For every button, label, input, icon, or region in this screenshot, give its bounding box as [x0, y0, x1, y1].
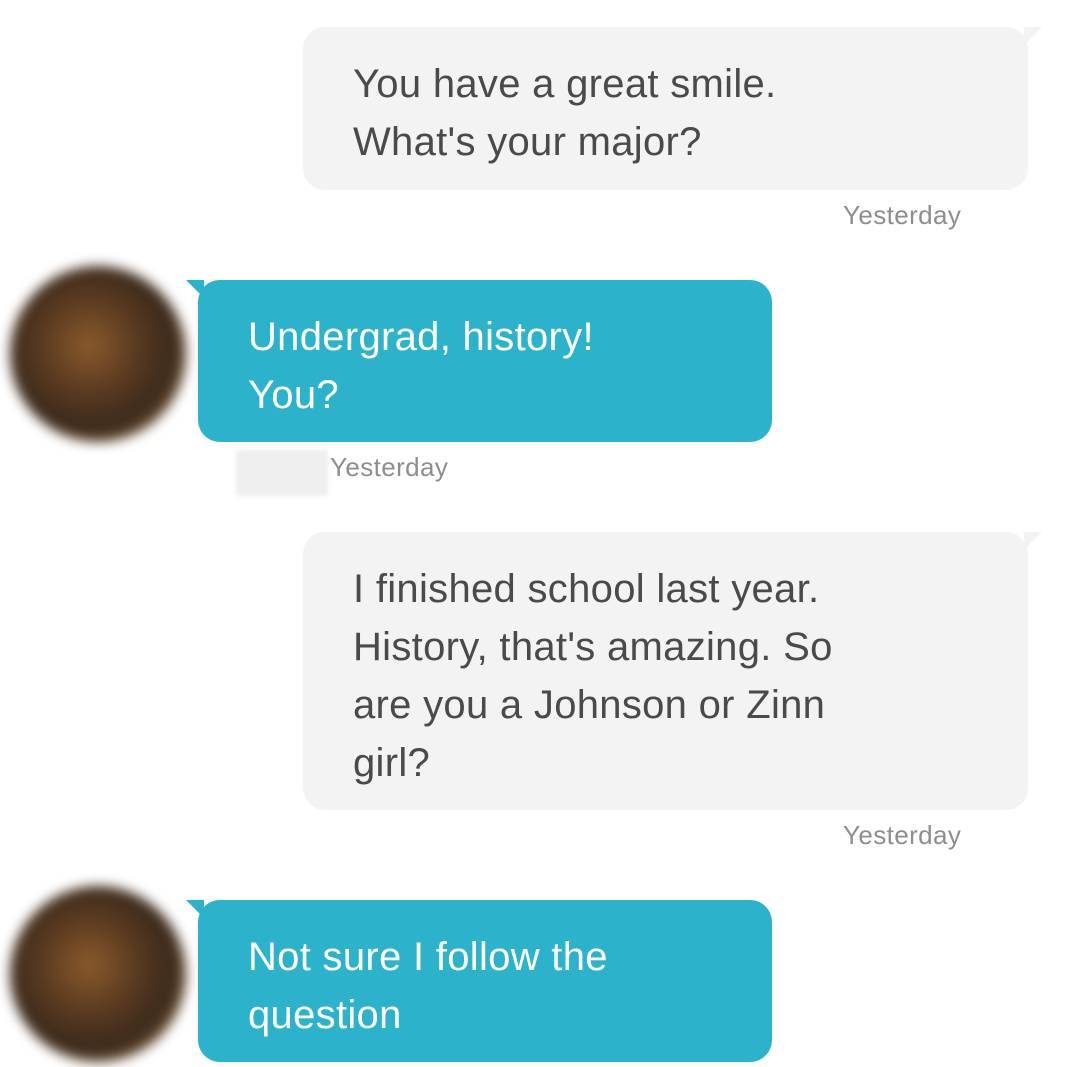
message-timestamp: Yesterday: [330, 452, 449, 482]
message-text: Not sure I follow the: [248, 935, 608, 979]
message-text: What's your major?: [353, 120, 702, 164]
message-bubble-incoming[interactable]: Not sure I follow the question: [186, 900, 772, 1062]
message-bubble-outgoing[interactable]: You have a great smile. What's your majo…: [303, 27, 1042, 190]
message-timestamp: Yesterday: [843, 820, 962, 850]
message-text: are you a Johnson or Zinn: [353, 683, 826, 727]
message-bubble-incoming[interactable]: Undergrad, history! You?: [186, 280, 772, 442]
message-text: question: [248, 993, 402, 1037]
message-text: Undergrad, history!: [248, 315, 594, 359]
contact-avatar[interactable]: [10, 266, 186, 442]
redacted-label: [236, 450, 328, 496]
message-text: History, that's amazing. So: [353, 625, 833, 669]
contact-avatar[interactable]: [10, 886, 186, 1062]
message-text: I finished school last year.: [353, 567, 820, 611]
message-text: girl?: [353, 741, 431, 785]
message-bubble-outgoing[interactable]: I finished school last year. History, th…: [303, 532, 1042, 810]
message-text: You?: [248, 373, 339, 417]
message-timestamp: Yesterday: [843, 200, 962, 230]
message-text: You have a great smile.: [353, 62, 777, 106]
